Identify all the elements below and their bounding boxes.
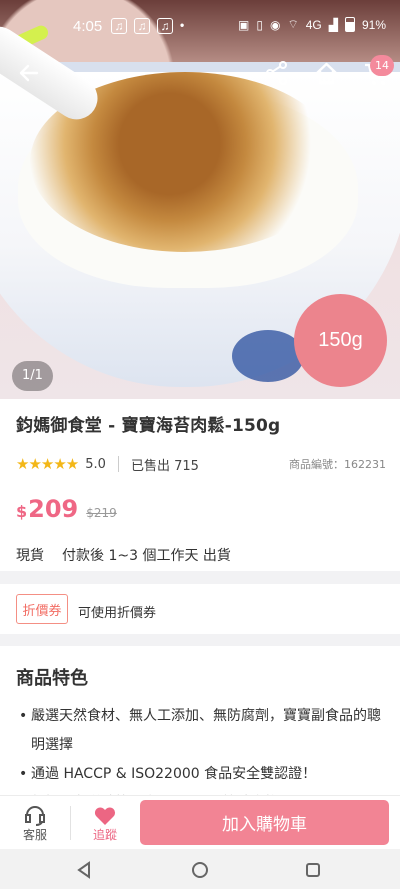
cast-icon: ▣ bbox=[238, 17, 250, 32]
product-page: 4:05 ♫ ♫ ♫ • ▣ ▯ ◉ ⌔ 4G ▟ 91% 14 150g 1/… bbox=[0, 0, 400, 889]
sold-count: 已售出 715 bbox=[130, 458, 199, 474]
track-button[interactable]: 追蹤 bbox=[77, 800, 133, 846]
rating-row: ★★★★★ 5.0 已售出 715 商品編號：162231 bbox=[16, 455, 386, 474]
customer-service-button[interactable]: 客服 bbox=[7, 800, 63, 846]
feature-list: 嚴選天然食材、無人工添加、無防腐劑，寶寶副食品的聰明選擇 通過 HACCP & … bbox=[19, 702, 381, 798]
app-notification-icon: ♫ bbox=[134, 18, 150, 34]
triangle-back-icon bbox=[77, 861, 90, 879]
original-price: $219 bbox=[86, 506, 117, 520]
back-arrow-icon bbox=[19, 64, 39, 82]
dot-icon: • bbox=[180, 18, 185, 32]
section-separator bbox=[0, 571, 400, 584]
square-recents-icon bbox=[306, 863, 320, 877]
vibrate-icon: ▯ bbox=[256, 17, 263, 32]
price-row: $ 209 $219 bbox=[16, 495, 117, 523]
circle-home-icon bbox=[192, 862, 208, 878]
battery-icon bbox=[344, 17, 355, 32]
share-icon bbox=[266, 61, 287, 85]
weight-badge: 150g bbox=[294, 294, 387, 387]
system-recents-button[interactable] bbox=[299, 856, 327, 884]
status-time: 4:05 bbox=[73, 18, 103, 35]
home-button[interactable] bbox=[308, 55, 344, 91]
coupon-tag: 折價券 bbox=[16, 594, 68, 624]
alarm-icon: ◉ bbox=[269, 17, 281, 32]
shipping-row: 現貨 付款後 1~3 個工作天 出貨 bbox=[16, 545, 231, 565]
customer-service-label: 客服 bbox=[22, 828, 47, 842]
coupon-row[interactable]: 折價券 可使用折價券 bbox=[0, 584, 400, 634]
coupon-text: 可使用折價券 bbox=[78, 606, 157, 621]
cart-count-badge: 14 bbox=[370, 55, 394, 76]
battery-percent: 91% bbox=[361, 17, 386, 32]
signal-icon: ▟ bbox=[328, 17, 338, 32]
bottom-bar-divider bbox=[70, 806, 71, 840]
system-home-button[interactable] bbox=[186, 856, 214, 884]
currency-symbol: $ bbox=[16, 502, 28, 521]
image-pager: 1/1 bbox=[12, 361, 53, 391]
android-navigation-bar bbox=[0, 849, 400, 889]
feature-item: 通過 HACCP & ISO22000 食品安全雙認證！ bbox=[19, 760, 381, 789]
app-notification-icon: ♫ bbox=[111, 18, 127, 34]
heart-icon bbox=[94, 806, 116, 825]
stock-status: 現貨 bbox=[16, 548, 44, 564]
product-title: 鈞媽御食堂 - 寶寶海苔肉鬆-150g bbox=[16, 416, 281, 436]
app-notification-icon: ♫ bbox=[157, 18, 173, 34]
back-button[interactable] bbox=[11, 55, 47, 91]
system-back-button[interactable] bbox=[70, 856, 98, 884]
section-separator bbox=[0, 634, 400, 646]
purchase-bar: 客服 追蹤 加入購物車 bbox=[0, 795, 400, 849]
shipping-time: 付款後 1~3 個工作天 出貨 bbox=[62, 548, 231, 564]
wifi-icon: ⌔ bbox=[287, 17, 299, 31]
product-code: 商品編號：162231 bbox=[289, 458, 386, 471]
track-label: 追蹤 bbox=[92, 827, 117, 842]
sale-price: 209 bbox=[28, 495, 79, 523]
home-icon bbox=[315, 62, 337, 84]
rating-divider bbox=[117, 456, 119, 472]
product-image[interactable]: 4:05 ♫ ♫ ♫ • ▣ ▯ ◉ ⌔ 4G ▟ 91% 14 150g 1/… bbox=[0, 0, 400, 399]
star-rating-icon: ★★★★★ bbox=[16, 455, 79, 473]
product-info: 鈞媽御食堂 - 寶寶海苔肉鬆-150g ★★★★★ 5.0 已售出 715 商品… bbox=[0, 399, 400, 571]
feature-item: 嚴選天然食材、無人工添加、無防腐劑，寶寶副食品的聰明選擇 bbox=[19, 702, 381, 760]
product-features: 商品特色 嚴選天然食材、無人工添加、無防腐劑，寶寶副食品的聰明選擇 通過 HAC… bbox=[0, 646, 400, 798]
rating-value: 5.0 bbox=[85, 456, 106, 472]
share-button[interactable] bbox=[259, 55, 295, 91]
add-to-cart-button[interactable]: 加入購物車 bbox=[140, 800, 389, 845]
headset-icon bbox=[25, 806, 45, 826]
system-status-icons: ▣ ▯ ◉ ⌔ 4G ▟ 91% bbox=[238, 17, 386, 32]
status-bar: 4:05 ♫ ♫ ♫ • ▣ ▯ ◉ ⌔ 4G ▟ 91% bbox=[0, 0, 400, 52]
network-label: 4G bbox=[305, 17, 322, 32]
features-title: 商品特色 bbox=[16, 668, 88, 689]
status-notification-icons: ♫ ♫ ♫ • bbox=[111, 18, 184, 34]
